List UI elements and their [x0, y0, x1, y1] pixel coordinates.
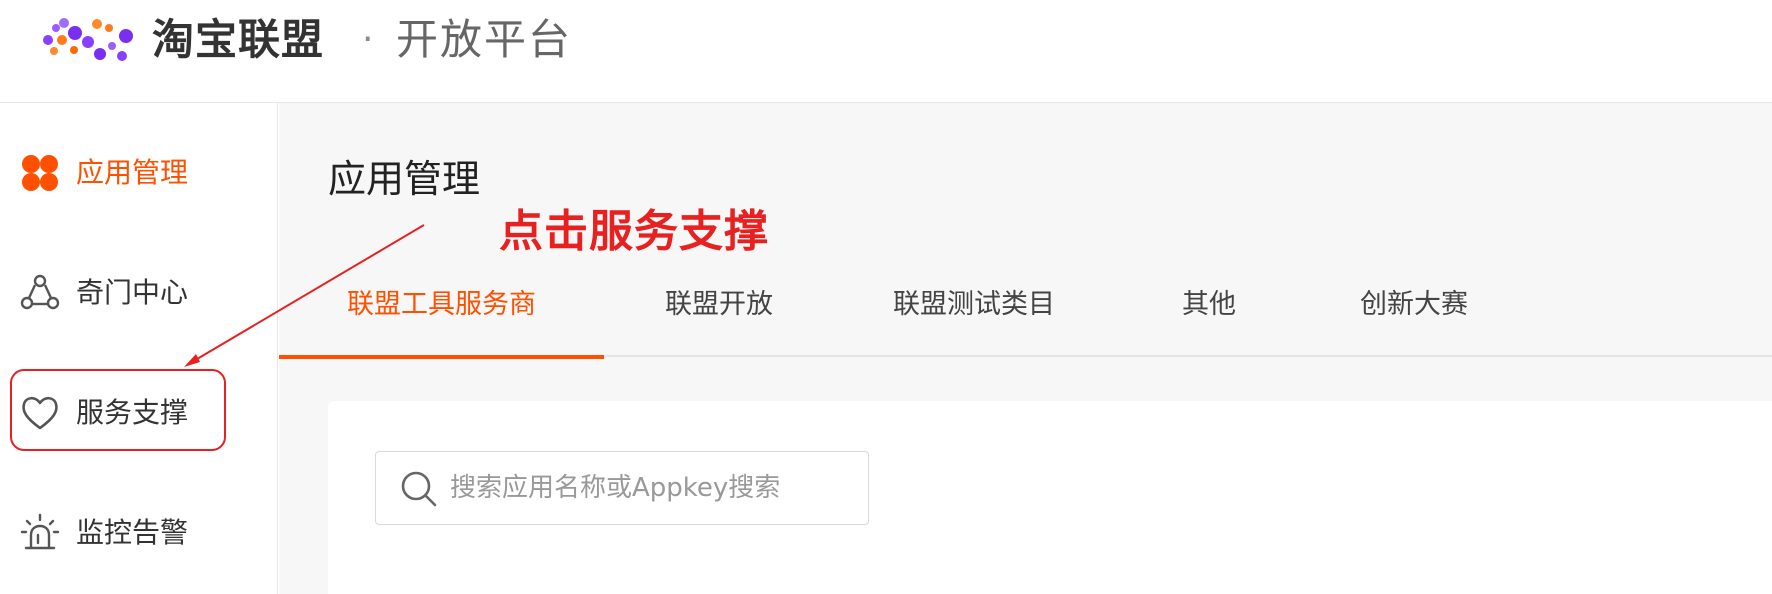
sidebar-item-monitoring-alerts[interactable]: 监控告警 — [20, 508, 240, 558]
tab-union-test-category[interactable]: 联盟测试类目 — [834, 253, 1114, 357]
tab-label: 其他 — [1182, 289, 1236, 320]
alarm-light-icon — [20, 513, 60, 550]
active-tab-indicator — [279, 355, 604, 359]
tab-bar: 联盟工具服务商 联盟开放 联盟测试类目 其他 创新大赛 — [279, 253, 1772, 359]
sidebar-item-label: 监控告警 — [76, 516, 189, 549]
tab-union-tool-provider[interactable]: 联盟工具服务商 — [279, 253, 604, 359]
sidebar-item-label: 奇门中心 — [76, 276, 189, 309]
search-box[interactable] — [375, 451, 869, 525]
tab-label: 联盟测试类目 — [893, 289, 1055, 320]
tab-label: 联盟开放 — [665, 289, 773, 320]
search-input[interactable] — [450, 452, 850, 524]
search-icon — [401, 471, 437, 507]
tab-label: 创新大赛 — [1360, 289, 1468, 320]
tab-innovation-contest[interactable]: 创新大赛 — [1304, 253, 1524, 357]
page-title: 应用管理 — [328, 157, 481, 201]
sidebar-item-qimen-center[interactable]: 奇门中心 — [20, 268, 240, 318]
sidebar: 应用管理 奇门中心 服务支撑 监控告警 — [0, 103, 278, 594]
network-icon — [20, 274, 60, 310]
top-header: 淘宝联盟 · 开放平台 — [0, 0, 1772, 103]
tab-other[interactable]: 其他 — [1114, 253, 1304, 357]
app-list-card — [328, 401, 1772, 594]
annotation-highlight-box — [10, 369, 226, 451]
brand-name: 淘宝联盟 — [152, 15, 325, 64]
sidebar-item-app-management[interactable]: 应用管理 — [20, 148, 240, 198]
brand-separator: · — [362, 19, 374, 60]
sidebar-item-label: 应用管理 — [76, 156, 189, 189]
platform-name: 开放平台 — [396, 15, 573, 64]
tab-union-open[interactable]: 联盟开放 — [604, 253, 834, 357]
taobao-union-logo[interactable] — [42, 18, 136, 64]
main-content: 应用管理 联盟工具服务商 联盟开放 联盟测试类目 其他 创新大赛 — [279, 103, 1772, 594]
app-grid-icon — [22, 155, 58, 191]
annotation-text: 点击服务支撑 — [499, 206, 769, 257]
tab-label: 联盟工具服务商 — [347, 289, 536, 320]
